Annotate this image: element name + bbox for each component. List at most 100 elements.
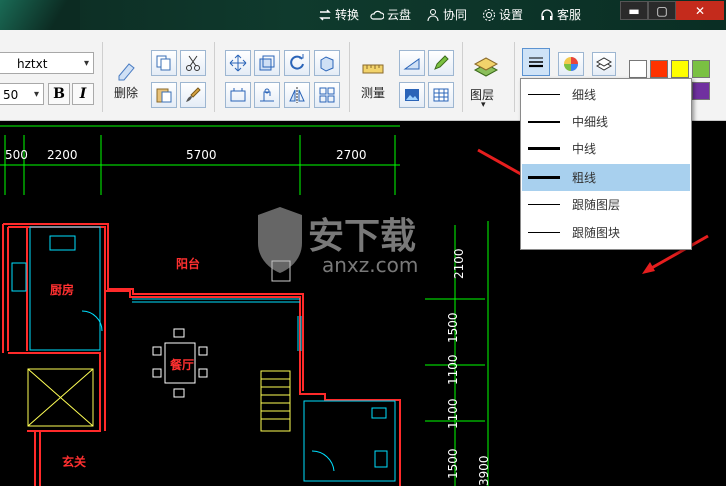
font-select[interactable]: hztxt ▾ (0, 52, 94, 74)
watermark-text: 安下载 (308, 216, 417, 257)
export-image-button[interactable] (399, 82, 425, 108)
mirror-button[interactable] (284, 82, 310, 108)
line-sample (528, 94, 560, 95)
watermark-sub: anxz.com (322, 253, 419, 277)
gear-icon (483, 8, 495, 21)
dropdown-item-label: 跟随图层 (572, 198, 621, 212)
eraser-icon (118, 63, 135, 81)
line-weight-dropdown: 细线 中细线 中线 粗线 跟随图层 跟随图块 (520, 78, 692, 250)
separator (214, 42, 215, 112)
bold-button[interactable]: B (48, 83, 70, 105)
line-sample (528, 120, 560, 123)
offset-button[interactable] (225, 82, 251, 108)
area-icon (403, 58, 420, 70)
area-button[interactable] (399, 50, 425, 76)
separator (102, 42, 103, 112)
grid-icon (319, 87, 335, 103)
convert-label: 转换 (335, 8, 360, 22)
dim-top-1: 500 (5, 148, 28, 162)
dropdown-item-thick[interactable]: 粗线 (522, 164, 690, 191)
dropdown-item-medium[interactable]: 中线 (522, 135, 690, 162)
line-weight-button[interactable] (522, 48, 550, 76)
line-sample (528, 232, 560, 233)
table-button[interactable] (428, 82, 454, 108)
convert-icon (319, 8, 331, 21)
color-swatch-yellow[interactable] (671, 60, 689, 78)
line-sample (528, 147, 560, 150)
chevron-down-icon: ▾ (83, 58, 89, 69)
chevron-down-icon: ▾ (33, 89, 39, 100)
pencil-icon (434, 55, 449, 70)
dropdown-item-by-block[interactable]: 跟随图块 (522, 219, 690, 246)
pencil-button[interactable] (428, 50, 454, 76)
font-value: hztxt (17, 57, 48, 71)
color-picker-button[interactable] (558, 52, 584, 76)
color-swatch-red[interactable] (650, 60, 668, 78)
layer-match-button[interactable] (592, 52, 616, 76)
settings-menu[interactable]: 设置 (482, 6, 523, 23)
dim-top-3: 5700 (186, 148, 217, 162)
stretch-button[interactable] (254, 82, 280, 108)
copy-button[interactable] (151, 50, 177, 76)
minimize-button[interactable]: ▬ (620, 1, 648, 20)
support-menu[interactable]: 客服 (540, 6, 581, 23)
dim-right-5: 3900 (477, 455, 491, 486)
title-bar: 转换 云盘 协同 设置 客服 ▬ ▢ ✕ (0, 0, 726, 30)
dropdown-item-thin[interactable]: 细线 (522, 81, 690, 108)
separator (349, 42, 350, 112)
headset-icon (541, 8, 553, 20)
cloud-icon (370, 10, 384, 20)
array-button[interactable] (314, 82, 340, 108)
dropdown-item-by-layer[interactable]: 跟随图层 (522, 191, 690, 218)
move-icon (229, 54, 247, 72)
color-swatch-purple[interactable] (692, 82, 710, 100)
dim-right-3: 1100 (446, 398, 460, 429)
scale-button[interactable] (254, 50, 280, 76)
eraser-button[interactable] (113, 56, 139, 82)
cut-button[interactable] (180, 50, 206, 76)
italic-button[interactable]: I (72, 83, 94, 105)
dropdown-item-label: 中线 (572, 142, 597, 156)
close-icon: ✕ (694, 3, 706, 18)
room-dining: 餐厅 (170, 357, 194, 372)
room-foyer: 玄关 (62, 454, 86, 469)
cloud-menu[interactable]: 云盘 (370, 6, 411, 23)
collaborate-menu[interactable]: 协同 (426, 6, 467, 23)
dropdown-item-medium-thin[interactable]: 中细线 (522, 108, 690, 135)
watermark: 安下载 anxz.com (252, 205, 472, 285)
italic-label: I (79, 86, 87, 102)
color-wheel-icon (564, 57, 578, 71)
room-kitchen: 厨房 (50, 282, 74, 297)
dim-top-4: 2700 (336, 148, 367, 162)
rotate-button[interactable] (284, 50, 310, 76)
cloud-label: 云盘 (387, 8, 412, 22)
extrude-button[interactable] (314, 50, 340, 76)
layers-icon (473, 57, 499, 77)
convert-menu[interactable]: 转换 (318, 6, 359, 23)
mirror-icon (289, 87, 305, 103)
format-painter-button[interactable] (180, 82, 206, 108)
font-size-value: 50 (3, 88, 19, 102)
minimize-icon: ▬ (628, 3, 640, 18)
close-button[interactable]: ✕ (676, 1, 724, 20)
layer-dropdown-arrow[interactable]: ▾ (481, 100, 486, 110)
collaborate-label: 协同 (443, 8, 468, 22)
bold-label: B (53, 86, 65, 102)
layer-button[interactable] (472, 52, 500, 80)
move-button[interactable] (225, 50, 251, 76)
image-icon (405, 89, 419, 101)
paste-button[interactable] (151, 82, 177, 108)
measure-label: 测量 (361, 86, 386, 100)
dim-right-1: 1500 (446, 312, 460, 343)
line-weight-icon (529, 57, 543, 68)
color-swatch-green[interactable] (692, 60, 710, 78)
dropdown-item-label: 粗线 (572, 171, 597, 185)
color-swatch-white[interactable] (629, 60, 647, 78)
maximize-button[interactable]: ▢ (648, 1, 676, 20)
collaborate-icon (427, 8, 439, 21)
measure-button[interactable] (360, 56, 386, 82)
font-size-select[interactable]: 50 ▾ (0, 83, 44, 105)
maximize-icon: ▢ (656, 3, 668, 18)
separator (514, 42, 515, 112)
separator (462, 42, 463, 112)
